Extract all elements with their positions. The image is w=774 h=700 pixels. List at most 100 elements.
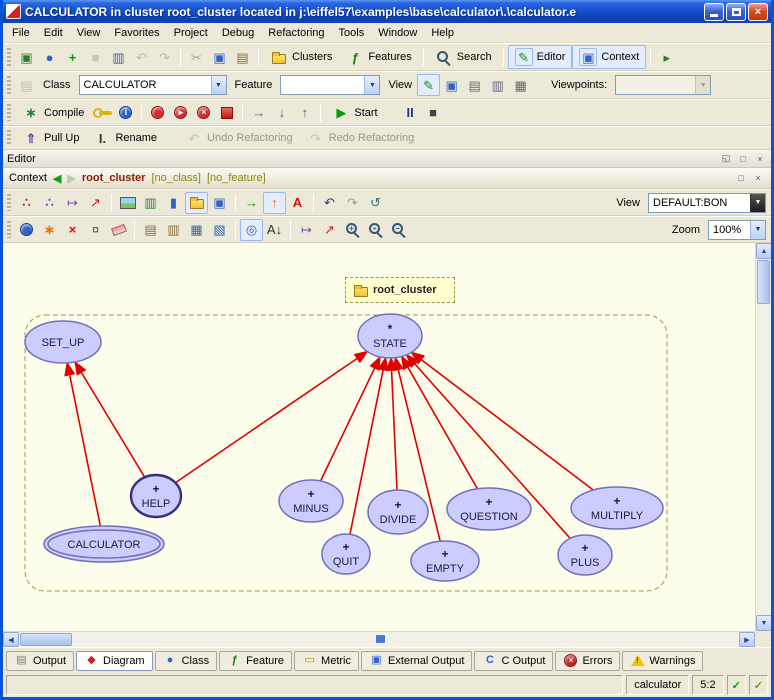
tab-warnings[interactable]: !Warnings [622, 651, 703, 671]
delete-icon[interactable]: × [61, 219, 84, 241]
go-to-icon[interactable]: → [240, 192, 263, 214]
rename-icon[interactable]: I. [93, 129, 111, 147]
statistics-icon[interactable]: ▮ [162, 192, 185, 214]
class-node-STATE[interactable]: *STATE [358, 314, 422, 358]
show-client-links-icon[interactable]: ↦ [295, 219, 318, 241]
minimize-icon[interactable] [704, 3, 724, 21]
search-icon[interactable] [435, 48, 453, 66]
feature-icon[interactable]: ƒ [227, 653, 242, 668]
dropdown-arrow-icon[interactable]: ▼ [695, 76, 710, 94]
melt-icon[interactable] [91, 102, 114, 124]
menu-tools[interactable]: Tools [332, 25, 372, 41]
title-bar[interactable]: CALCULATOR in cluster root_cluster locat… [3, 0, 771, 23]
menu-debug[interactable]: Debug [215, 25, 261, 41]
output-icon[interactable]: ▤ [14, 653, 29, 668]
tab-metric[interactable]: ▭Metric [294, 651, 359, 671]
tab-class[interactable]: ●Class [155, 651, 218, 671]
menu-view[interactable]: View [70, 25, 108, 41]
viewpoints-combo[interactable]: ▼ [615, 75, 711, 95]
stop-application-icon[interactable]: ■ [422, 102, 445, 124]
editable-view-icon[interactable]: ✎ [417, 74, 440, 96]
world-icon[interactable] [15, 219, 38, 241]
cluster-tool-icon[interactable]: ∴ [38, 192, 61, 214]
editor-panel-header[interactable]: Editor ◱ □ × [3, 150, 771, 168]
export-diagram-icon[interactable]: ▥ [139, 192, 162, 214]
dropdown-arrow-icon[interactable]: ▼ [750, 194, 765, 212]
toolbar-grip[interactable] [7, 194, 11, 212]
force-layout-icon[interactable]: ∗ [38, 219, 61, 241]
inherit-edge-HELP-STATE[interactable] [175, 352, 367, 483]
scroll-left-icon[interactable]: ◀ [3, 632, 19, 647]
layout-circle-icon[interactable]: ▧ [208, 219, 231, 241]
menu-favorites[interactable]: Favorites [107, 25, 166, 41]
open-file-icon[interactable]: ● [38, 46, 61, 68]
tab-external-output[interactable]: ▣External Output [361, 651, 472, 671]
center-diagram-icon[interactable]: ◎ [240, 219, 263, 241]
undo-diagram-icon[interactable]: ↶ [318, 192, 341, 214]
contract-view-icon[interactable]: ▦ [509, 74, 532, 96]
class-icon[interactable]: ● [163, 653, 178, 668]
compile-button[interactable]: ∗Compile [15, 101, 91, 125]
dropdown-arrow-icon[interactable]: ▼ [750, 221, 765, 239]
features-icon[interactable]: ƒ [346, 48, 364, 66]
new-window-icon[interactable]: ▣ [15, 46, 38, 68]
scroll-down-icon[interactable]: ▼ [756, 615, 772, 631]
history-forward-icon[interactable]: ▶ [67, 172, 75, 185]
layout-horizontal-icon[interactable]: ▤ [139, 219, 162, 241]
undock-panel-icon[interactable]: ◱ [719, 152, 733, 165]
zoom-combo[interactable]: 100%▼ [708, 220, 766, 240]
snapshot-icon[interactable] [116, 192, 139, 214]
maximize-icon[interactable] [726, 3, 746, 21]
features-button[interactable]: ƒFeatures [339, 45, 418, 69]
maximize-panel-icon[interactable]: □ [736, 152, 750, 165]
dropdown-arrow-icon[interactable]: ▼ [211, 76, 226, 94]
crop-icon[interactable]: ¤ [84, 219, 107, 241]
tab-diagram[interactable]: ◆Diagram [76, 651, 153, 671]
send-to-external-editor-icon[interactable]: ▤ [15, 74, 38, 96]
horizontal-scroll-thumb[interactable] [20, 633, 72, 646]
inherit-edge-DIVIDE-STATE[interactable] [391, 358, 397, 490]
menu-window[interactable]: Window [371, 25, 424, 41]
menu-edit[interactable]: Edit [37, 25, 70, 41]
freeze-icon[interactable]: ▸ [169, 102, 192, 124]
layout-vertical-icon[interactable]: ▥ [162, 219, 185, 241]
inherit-edge-CALCULATOR-SET_UP[interactable] [67, 363, 100, 526]
context-cluster[interactable]: root_cluster [82, 172, 146, 184]
layout-grid-icon[interactable]: ▦ [185, 219, 208, 241]
zoom-fit-icon[interactable]: ▪ [364, 219, 387, 241]
undo-refactoring-icon[interactable]: ↶ [185, 129, 203, 147]
class-node-EMPTY[interactable]: +EMPTY [411, 541, 479, 581]
editor-button[interactable]: ✎Editor [508, 45, 573, 69]
c-output-icon[interactable]: C [482, 653, 497, 668]
inheritance-tool-icon[interactable]: ↗ [84, 192, 107, 214]
start-icon[interactable]: ▶ [332, 104, 350, 122]
class-tool-icon[interactable]: ∴ [15, 192, 38, 214]
horizontal-scrollbar[interactable]: ◀ ▶ [3, 631, 755, 647]
diagram-canvas[interactable]: SET_UP*STATE+HELPCALCULATOR+MINUS+QUIT+D… [3, 243, 755, 631]
context-icon[interactable]: ▣ [579, 48, 597, 66]
menu-file[interactable]: File [5, 25, 37, 41]
menu-refactoring[interactable]: Refactoring [261, 25, 331, 41]
editor-icon[interactable]: ✎ [515, 48, 533, 66]
pull-up-button[interactable]: ⇑Pull Up [15, 126, 86, 150]
menu-project[interactable]: Project [167, 25, 215, 41]
inherit-edge-MINUS-STATE[interactable] [321, 357, 380, 481]
diagram-view-combo[interactable]: DEFAULT:BON▼ [648, 193, 766, 213]
synchronize-icon[interactable]: ↺ [364, 192, 387, 214]
warnings-icon[interactable]: ! [630, 653, 645, 668]
tab-c-output[interactable]: CC Output [474, 651, 553, 671]
paste-icon[interactable]: ▤ [231, 46, 254, 68]
compile-icon[interactable]: ∗ [22, 104, 40, 122]
inherit-edge-HELP-SET_UP[interactable] [75, 362, 145, 477]
copy-icon[interactable]: ▣ [208, 46, 231, 68]
undo-icon[interactable]: ↶ [130, 46, 153, 68]
project-information-icon[interactable]: i [114, 102, 137, 124]
pause-icon[interactable]: II [399, 102, 422, 124]
quick-melt-icon[interactable] [146, 102, 169, 124]
vertical-scroll-track[interactable] [756, 305, 771, 615]
new-cluster-icon[interactable] [185, 192, 208, 214]
step-into-icon[interactable]: ↓ [270, 102, 293, 124]
class-node-MINUS[interactable]: +MINUS [279, 480, 343, 522]
client-supplier-tool-icon[interactable]: ↦ [61, 192, 84, 214]
vertical-scrollbar[interactable]: ▲ ▼ [755, 243, 771, 631]
